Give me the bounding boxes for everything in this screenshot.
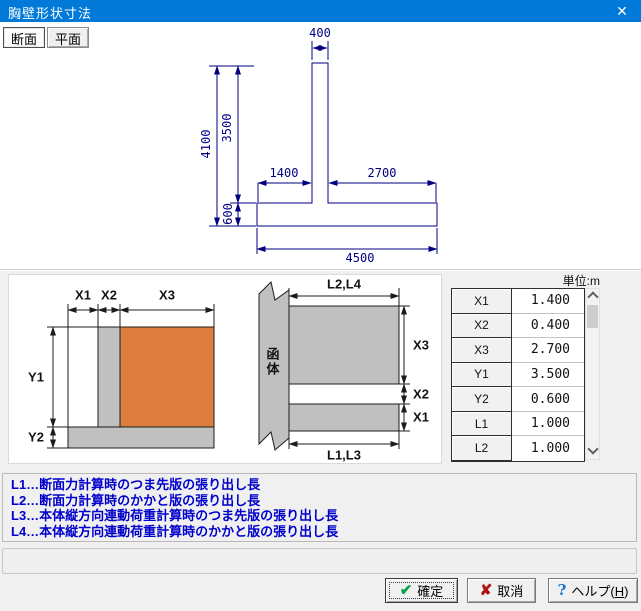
status-strip <box>2 548 637 574</box>
footing-fill <box>67 426 215 449</box>
table-row: X1 1.400 <box>451 288 584 314</box>
row-header-y2[interactable]: Y2 <box>451 386 512 412</box>
dimension-table: X1 1.400 X2 0.400 X3 2.700 Y1 3.500 Y2 0.600 … <box>451 288 585 462</box>
table-row: Y2 0.600 <box>451 386 584 412</box>
dialog-title: 胸壁形状寸法 <box>8 6 93 21</box>
toe-slab-plan <box>288 403 400 432</box>
dim-total-height: 4100 <box>199 129 213 159</box>
value-y2[interactable]: 0.600 <box>512 387 584 412</box>
dim-toe-width: 1400 <box>269 166 299 180</box>
note-l3: L3…本体縦方向連動荷重計算時のつま先版の張り出し長 <box>11 508 339 523</box>
confirm-button[interactable]: ✔ 確定 <box>385 578 458 603</box>
section-drawing <box>209 41 438 254</box>
cancel-button[interactable]: ✘ 取消 <box>467 578 536 603</box>
label-l2l4: L2,L4 <box>327 276 361 292</box>
dim-total-width: 4500 <box>345 251 375 265</box>
dim-footing-height: 600 <box>221 203 235 225</box>
lower-panel: X1 X2 X3 Y1 Y2 L2,L4 X3 X2 X1 L1,L3 函体 単… <box>0 271 641 611</box>
table-row: X2 0.400 <box>451 312 584 339</box>
label-x1: X1 <box>75 287 91 303</box>
cancel-button-label: 取消 <box>497 584 524 599</box>
title-bar: 胸壁形状寸法 ✕ <box>0 0 641 22</box>
value-x1[interactable]: 1.400 <box>512 289 584 314</box>
scrollbar-thumb[interactable] <box>587 305 598 328</box>
dimension-diagrams <box>47 281 410 451</box>
value-l1[interactable]: 1.000 <box>512 411 584 437</box>
row-header-x1[interactable]: X1 <box>451 288 512 314</box>
confirm-button-label: 確定 <box>417 584 444 599</box>
label-x2: X2 <box>101 287 117 303</box>
table-row: L1 1.000 <box>451 410 584 437</box>
unit-label: 単位:m <box>562 274 600 288</box>
check-icon: ✔ <box>399 582 413 599</box>
dim-wall-height: 3500 <box>220 113 234 143</box>
dim-top-width: 400 <box>309 26 331 40</box>
close-icon[interactable]: ✕ <box>609 0 635 22</box>
help-button-label: ヘルプ(H) <box>571 584 629 599</box>
note-l2: L2…断面力計算時のかかと版の張り出し長 <box>11 492 261 508</box>
row-header-l2[interactable]: L2 <box>451 435 512 461</box>
table-row: L2 1.000 <box>451 435 584 461</box>
table-row: X3 2.700 <box>451 337 584 363</box>
cross-icon: ✘ <box>479 582 493 599</box>
table-row: Y1 3.500 <box>451 361 584 388</box>
note-l4: L4…本体縦方向連動荷重計算時のかかと版の張り出し長 <box>11 523 339 539</box>
stem-fill <box>97 326 121 428</box>
row-header-l1[interactable]: L1 <box>451 410 512 437</box>
scroll-up-icon[interactable] <box>586 289 599 304</box>
section-preview-pane: 断面 平面 400 4100 3500 600 1400 2700 4500 <box>0 22 641 269</box>
label-plan-x3: X3 <box>413 337 429 353</box>
question-icon: ? <box>557 581 567 599</box>
dimension-diagram-box: X1 X2 X3 Y1 Y2 L2,L4 X3 X2 X1 L1,L3 函体 <box>8 274 442 464</box>
heel-slab-plan <box>288 305 400 385</box>
value-l2[interactable]: 1.000 <box>512 436 584 461</box>
dim-heel-width: 2700 <box>367 166 397 180</box>
value-x3[interactable]: 2.700 <box>512 338 584 363</box>
label-y2: Y2 <box>28 429 44 445</box>
row-header-x2[interactable]: X2 <box>451 312 512 339</box>
help-button[interactable]: ? ヘルプ(H) <box>548 578 638 603</box>
label-plan-x1: X1 <box>413 409 429 425</box>
row-header-x3[interactable]: X3 <box>451 337 512 363</box>
dialog-window: 胸壁形状寸法 ✕ 断面 平面 400 4100 3500 600 1400 27… <box>0 0 641 611</box>
label-y1: Y1 <box>28 369 44 385</box>
wall-outline <box>256 62 438 227</box>
row-header-y1[interactable]: Y1 <box>451 361 512 388</box>
value-x2[interactable]: 0.400 <box>512 313 584 339</box>
note-l1: L1…断面力計算時のつま先版の張り出し長 <box>11 477 261 492</box>
label-culvert-body: 函体 <box>264 347 280 377</box>
value-y1[interactable]: 3.500 <box>512 362 584 388</box>
legend-notes-box: L1…断面力計算時のつま先版の張り出し長 L2…断面力計算時のかかと版の張り出し… <box>2 473 637 542</box>
table-scrollbar[interactable] <box>585 288 600 460</box>
label-x3: X3 <box>159 287 175 303</box>
scroll-down-icon[interactable] <box>586 443 599 459</box>
backfill-fill <box>119 326 215 428</box>
label-l1l3: L1,L3 <box>327 447 361 463</box>
label-plan-x2: X2 <box>413 386 429 402</box>
